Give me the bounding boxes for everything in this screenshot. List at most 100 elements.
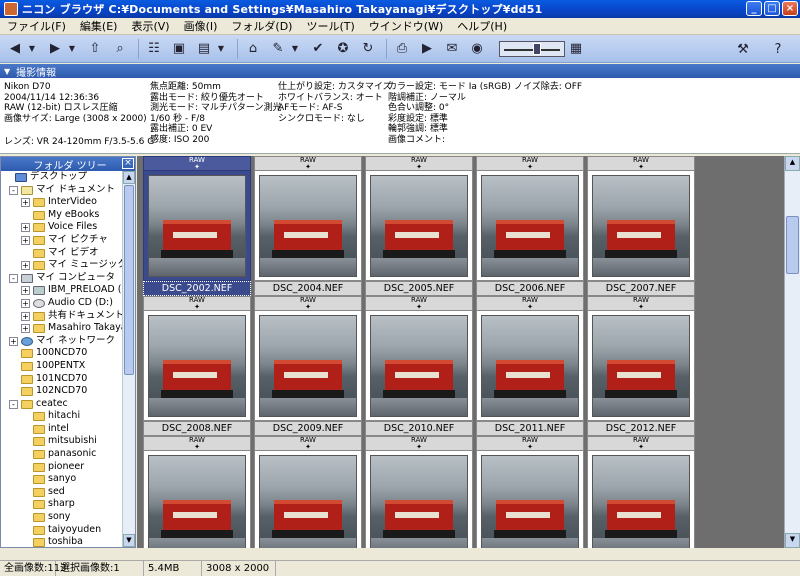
scroll-down-icon[interactable]: ▼	[785, 533, 800, 548]
tree-item[interactable]: + マイ ネットワーク	[1, 335, 122, 348]
expand-icon[interactable]: +	[21, 324, 30, 334]
expand-icon[interactable]: +	[21, 298, 30, 308]
tree-item[interactable]: + Voice Files	[1, 221, 122, 234]
thumbnail[interactable]: RAW ✦	[254, 436, 362, 548]
thumbnail-filename[interactable]: DSC_2011.NEF	[476, 421, 584, 436]
tree-item[interactable]: デスクトップ	[1, 171, 122, 184]
menu-item[interactable]: ツール(T)	[299, 18, 361, 34]
maximize-icon[interactable]: □	[764, 1, 780, 16]
print-icon[interactable]: ⎙	[391, 38, 413, 60]
expand-icon[interactable]: +	[21, 311, 30, 321]
slideshow-icon[interactable]: ▶	[416, 38, 438, 60]
menu-item[interactable]: 表示(V)	[124, 18, 176, 34]
tree-item[interactable]: sed	[1, 486, 122, 499]
scroll-down-icon[interactable]: ▼	[123, 534, 135, 547]
protect-icon[interactable]: ✪	[332, 38, 354, 60]
thumbnail-filename[interactable]: DSC_2004.NEF	[254, 281, 362, 296]
view-dropdown-icon[interactable]: ▼	[215, 38, 227, 60]
thumbnail-scrollbar[interactable]: ▲ ▼	[784, 156, 800, 548]
expand-icon[interactable]: +	[21, 235, 30, 245]
tree-item[interactable]: sony	[1, 511, 122, 524]
thumbnail-filename[interactable]: DSC_2009.NEF	[254, 421, 362, 436]
menu-item[interactable]: 編集(E)	[73, 18, 125, 34]
expand-icon[interactable]: +	[21, 223, 30, 233]
help-icon[interactable]: ?	[767, 38, 789, 60]
tree-item[interactable]: pioneer	[1, 461, 122, 474]
menu-item[interactable]: 画像(I)	[177, 18, 225, 34]
tree-item[interactable]: + InterVideo	[1, 196, 122, 209]
scroll-up-icon[interactable]: ▲	[123, 171, 135, 184]
tools-icon[interactable]: ⚒	[732, 38, 754, 60]
search-icon[interactable]: ⌕	[109, 38, 131, 60]
thumbnail[interactable]: RAW ✦ DSC_2006.NEF	[476, 156, 584, 298]
expand-icon[interactable]: +	[9, 336, 18, 346]
slider-thumb[interactable]	[532, 42, 541, 55]
thumbnail-filename[interactable]: DSC_2008.NEF	[143, 421, 251, 436]
collapse-icon[interactable]: -	[9, 273, 18, 283]
forward-arrow-icon[interactable]: ▶	[44, 38, 66, 60]
thumbnail-filename[interactable]: DSC_2010.NEF	[365, 421, 473, 436]
tree-item[interactable]: + マイ ピクチャ	[1, 234, 122, 247]
mail-icon[interactable]: ✉	[441, 38, 463, 60]
tree-item[interactable]: + 共有ドキュメント	[1, 310, 122, 323]
tree-item[interactable]: - マイ コンピュータ	[1, 272, 122, 285]
tree-item[interactable]: mitsubishi	[1, 435, 122, 448]
tree-item[interactable]: sharp	[1, 498, 122, 511]
grid-icon[interactable]: ▦	[565, 38, 587, 60]
menu-item[interactable]: ファイル(F)	[0, 18, 73, 34]
expand-icon[interactable]: +	[21, 286, 30, 296]
tree-item[interactable]: + マイ ミュージック	[1, 259, 122, 272]
thumbnail[interactable]: RAW ✦ DSC_2011.NEF	[476, 296, 584, 438]
tree-item[interactable]: 102NCD70	[1, 385, 122, 398]
check-icon[interactable]: ✔	[307, 38, 329, 60]
thumbnail-view-icon[interactable]: ▣	[168, 38, 190, 60]
thumbnail[interactable]: RAW ✦	[143, 436, 251, 548]
thumbnail[interactable]: RAW ✦ DSC_2005.NEF	[365, 156, 473, 298]
info-panel-header[interactable]: ▼ 撮影情報	[0, 64, 800, 79]
expand-icon[interactable]: +	[21, 198, 30, 208]
tree-item[interactable]: 101NCD70	[1, 373, 122, 386]
thumbnail-size-slider[interactable]	[499, 40, 565, 57]
tree-item[interactable]: toshiba	[1, 536, 122, 547]
tree-item[interactable]: hitachi	[1, 410, 122, 423]
web-icon[interactable]: ◉	[466, 38, 488, 60]
thumbnail[interactable]: RAW ✦ DSC_2004.NEF	[254, 156, 362, 298]
tree-item[interactable]: panasonic	[1, 448, 122, 461]
thumbnail-filename[interactable]: DSC_2007.NEF	[587, 281, 695, 296]
tree-item[interactable]: - マイ ドキュメント	[1, 184, 122, 197]
thumbnail-filename[interactable]: DSC_2012.NEF	[587, 421, 695, 436]
image-view-icon[interactable]: ▤	[193, 38, 215, 60]
thumbnail[interactable]: RAW ✦ DSC_2008.NEF	[143, 296, 251, 438]
thumbnail[interactable]: RAW ✦ DSC_2012.NEF	[587, 296, 695, 438]
thumbnail[interactable]: RAW ✦	[476, 436, 584, 548]
tree-item[interactable]: マイ ビデオ	[1, 247, 122, 260]
tree-item[interactable]: sanyo	[1, 473, 122, 486]
expand-icon[interactable]: +	[21, 261, 30, 271]
tree-item[interactable]: 100NCD70	[1, 347, 122, 360]
thumbnail[interactable]: RAW ✦ DSC_2009.NEF	[254, 296, 362, 438]
tree-item[interactable]: My eBooks	[1, 209, 122, 222]
thumbnail-filename[interactable]: DSC_2002.NEF	[143, 281, 251, 296]
menu-item[interactable]: ヘルプ(H)	[450, 18, 514, 34]
edit-icon[interactable]: ✎	[267, 38, 289, 60]
folder-tree-scrollbar[interactable]: ▲ ▼	[122, 171, 135, 547]
thumbnail[interactable]: RAW ✦ DSC_2007.NEF	[587, 156, 695, 298]
scroll-thumb[interactable]	[124, 185, 134, 375]
minimize-icon[interactable]: _	[746, 1, 762, 16]
thumbnail[interactable]: RAW ✦	[365, 436, 473, 548]
collapse-icon[interactable]: -	[9, 399, 18, 409]
thumbnail[interactable]: RAW ✦	[587, 436, 695, 548]
folder-tree-icon[interactable]: ☷	[143, 38, 165, 60]
back-arrow-icon[interactable]: ◀	[4, 38, 26, 60]
tree-item[interactable]: + Audio CD (D:)	[1, 297, 122, 310]
scroll-thumb[interactable]	[786, 216, 799, 274]
forward-dropdown-icon[interactable]: ▼	[66, 38, 78, 60]
tree-item[interactable]: - ceatec	[1, 398, 122, 411]
thumbnail-filename[interactable]: DSC_2006.NEF	[476, 281, 584, 296]
menu-item[interactable]: ウインドウ(W)	[362, 18, 450, 34]
up-folder-icon[interactable]: ⇧	[84, 38, 106, 60]
close-icon[interactable]: ×	[782, 1, 798, 16]
tree-item[interactable]: 100PENTX	[1, 360, 122, 373]
menu-item[interactable]: フォルダ(D)	[224, 18, 299, 34]
edit-dropdown-icon[interactable]: ▼	[289, 38, 301, 60]
